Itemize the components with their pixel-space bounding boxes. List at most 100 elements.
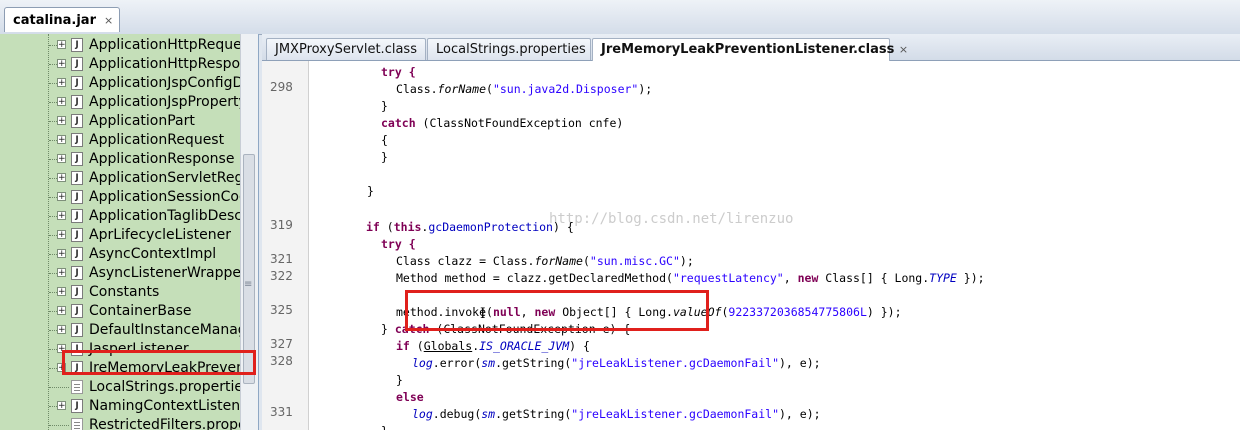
- expand-icon[interactable]: +: [57, 40, 66, 50]
- expand-icon[interactable]: +: [57, 211, 66, 221]
- code-line: log.debug(sm.getString("jreLeakListener.…: [412, 407, 821, 421]
- expand-icon[interactable]: +: [57, 249, 66, 259]
- java-class-icon: J: [71, 95, 83, 109]
- expand-icon[interactable]: +: [57, 287, 66, 297]
- code-line: }: [396, 373, 403, 387]
- line-number: 298: [270, 80, 293, 94]
- code-line: }: [381, 424, 388, 430]
- tree-item-label: ApplicationPart: [89, 113, 195, 129]
- line-number-gutter: 298 319 321 322 325 327 328 331: [262, 61, 309, 430]
- tree-item-label: ApplicationTaglibDescriptor: [89, 208, 258, 224]
- code-area[interactable]: http://blog.csdn.net/lirenzuo try { Clas…: [309, 61, 1240, 430]
- code-editor: JMXProxyServlet.class LocalStrings.prope…: [262, 34, 1240, 430]
- tree-item[interactable]: + J ContainerBase: [0, 302, 240, 321]
- code-line: Class clazz = Class.forName("sun.misc.GC…: [396, 254, 694, 268]
- tree-item[interactable]: + J ApplicationRequest: [0, 131, 240, 150]
- expand-icon[interactable]: +: [57, 192, 66, 202]
- tree-item[interactable]: + J Constants: [0, 283, 240, 302]
- tree-item-label: ContainerBase: [89, 303, 192, 319]
- properties-file-icon: [71, 380, 83, 394]
- tree-item-label: ApplicationResponse: [89, 151, 235, 167]
- java-class-icon: J: [71, 171, 83, 185]
- tree-item[interactable]: + J ApplicationTaglibDescriptor: [0, 207, 258, 226]
- tree-item[interactable]: + J ApplicationSessionCookieConfig: [0, 188, 258, 207]
- expand-icon[interactable]: +: [57, 135, 66, 145]
- tab-catalina-jar[interactable]: catalina.jar ×: [4, 7, 121, 32]
- tree-item[interactable]: + J ApplicationJspPropertyGroupDescriptor: [0, 93, 258, 112]
- java-class-icon: J: [71, 152, 83, 166]
- tree-item[interactable]: + J ApplicationHttpResponse: [0, 55, 258, 74]
- expand-icon[interactable]: +: [57, 306, 66, 316]
- tree-item[interactable]: + J ApplicationJspConfigDescriptor: [0, 74, 258, 93]
- tree-item[interactable]: LocalStrings.properties: [0, 378, 250, 397]
- line-number: 331: [270, 405, 293, 419]
- java-class-icon: J: [71, 247, 83, 261]
- expand-icon[interactable]: +: [57, 173, 66, 183]
- tree-item[interactable]: + J AsyncContextImpl: [0, 245, 240, 264]
- java-class-icon: J: [71, 399, 83, 413]
- code-line: catch (ClassNotFoundException cnfe): [381, 116, 624, 130]
- properties-file-icon: [71, 418, 83, 430]
- java-class-icon: J: [71, 323, 83, 337]
- tree-item[interactable]: + J ApplicationServletRegistration: [0, 169, 258, 188]
- java-class-icon: J: [71, 209, 83, 223]
- expand-icon[interactable]: +: [57, 97, 66, 107]
- tree-item[interactable]: RestrictedFilters.properties: [0, 416, 258, 430]
- tree-item-label: ApplicationServletRegistration: [89, 170, 258, 186]
- close-icon[interactable]: ×: [899, 43, 908, 56]
- close-icon[interactable]: ×: [104, 14, 113, 27]
- tree-item-label: LocalStrings.properties: [89, 379, 251, 395]
- code-line: log.error(sm.getString("jreLeakListener.…: [412, 356, 821, 370]
- tree-item[interactable]: + J ApplicationHttpRequest: [0, 36, 254, 55]
- tab-localstrings[interactable]: LocalStrings.properties: [427, 38, 591, 60]
- code-line: }: [381, 99, 388, 113]
- tree-item[interactable]: + J NamingContextListener: [0, 397, 255, 416]
- tab-jrememoryleakpreventionlistener[interactable]: JreMemoryLeakPreventionListener.class ×: [592, 38, 908, 61]
- watermark: http://blog.csdn.net/lirenzuo: [549, 211, 794, 227]
- java-class-icon: J: [71, 266, 83, 280]
- line-number: 321: [270, 252, 293, 266]
- code-line: try {: [381, 237, 416, 251]
- grip-icon: ≡: [244, 279, 253, 290]
- tab-title: catalina.jar: [13, 12, 96, 28]
- tab-label: JMXProxyServlet.class: [275, 42, 417, 57]
- expand-icon[interactable]: +: [57, 230, 66, 240]
- code-line: try {: [381, 65, 416, 79]
- tree-item-label: ApplicationJspConfigDescriptor: [89, 75, 258, 91]
- line-number: 322: [270, 269, 293, 283]
- java-class-icon: J: [71, 133, 83, 147]
- java-class-icon: J: [71, 285, 83, 299]
- tree-item-label: AsyncListenerWrapper: [89, 265, 247, 281]
- expand-icon[interactable]: +: [57, 116, 66, 126]
- tree-item-label: ApplicationHttpResponse: [89, 56, 259, 72]
- text-cursor-icon: I: [480, 306, 486, 322]
- java-class-icon: J: [71, 190, 83, 204]
- tree-item[interactable]: + J AprLifecycleListener: [0, 226, 240, 245]
- expand-icon[interactable]: +: [57, 268, 66, 278]
- expand-icon[interactable]: +: [57, 401, 66, 411]
- window-tab-bar: catalina.jar ×: [0, 0, 1240, 35]
- line-number: 325: [270, 303, 293, 317]
- tree-item[interactable]: + J AsyncListenerWrapper: [0, 264, 247, 283]
- expand-icon[interactable]: +: [57, 154, 66, 164]
- line-number: 328: [270, 354, 293, 368]
- tree-item[interactable]: + J ApplicationPart: [0, 112, 240, 131]
- tree-item[interactable]: + J DefaultInstanceManager: [0, 321, 258, 340]
- tree-item-label: ApplicationHttpRequest: [89, 37, 255, 53]
- tab-label: JreMemoryLeakPreventionListener.class: [601, 42, 895, 57]
- code-line: if (Globals.IS_ORACLE_JVM) {: [396, 339, 590, 353]
- code-line: }: [367, 184, 374, 198]
- expand-icon[interactable]: +: [57, 78, 66, 88]
- java-class-icon: J: [71, 76, 83, 90]
- tree-item-label: Constants: [89, 284, 160, 300]
- tree-item-label: ApplicationRequest: [89, 132, 225, 148]
- annotation-highlight-box: [62, 350, 256, 375]
- code-line: if (this.gcDaemonProtection) {: [366, 220, 574, 234]
- tree-item[interactable]: + J ApplicationResponse: [0, 150, 240, 169]
- line-number: 327: [270, 337, 293, 351]
- annotation-highlight-box: [405, 290, 709, 331]
- tree-item-label: ApplicationSessionCookieConfig: [89, 189, 258, 205]
- expand-icon[interactable]: +: [57, 325, 66, 335]
- expand-icon[interactable]: +: [57, 59, 66, 69]
- tab-jmxproxyservlet[interactable]: JMXProxyServlet.class: [266, 38, 426, 60]
